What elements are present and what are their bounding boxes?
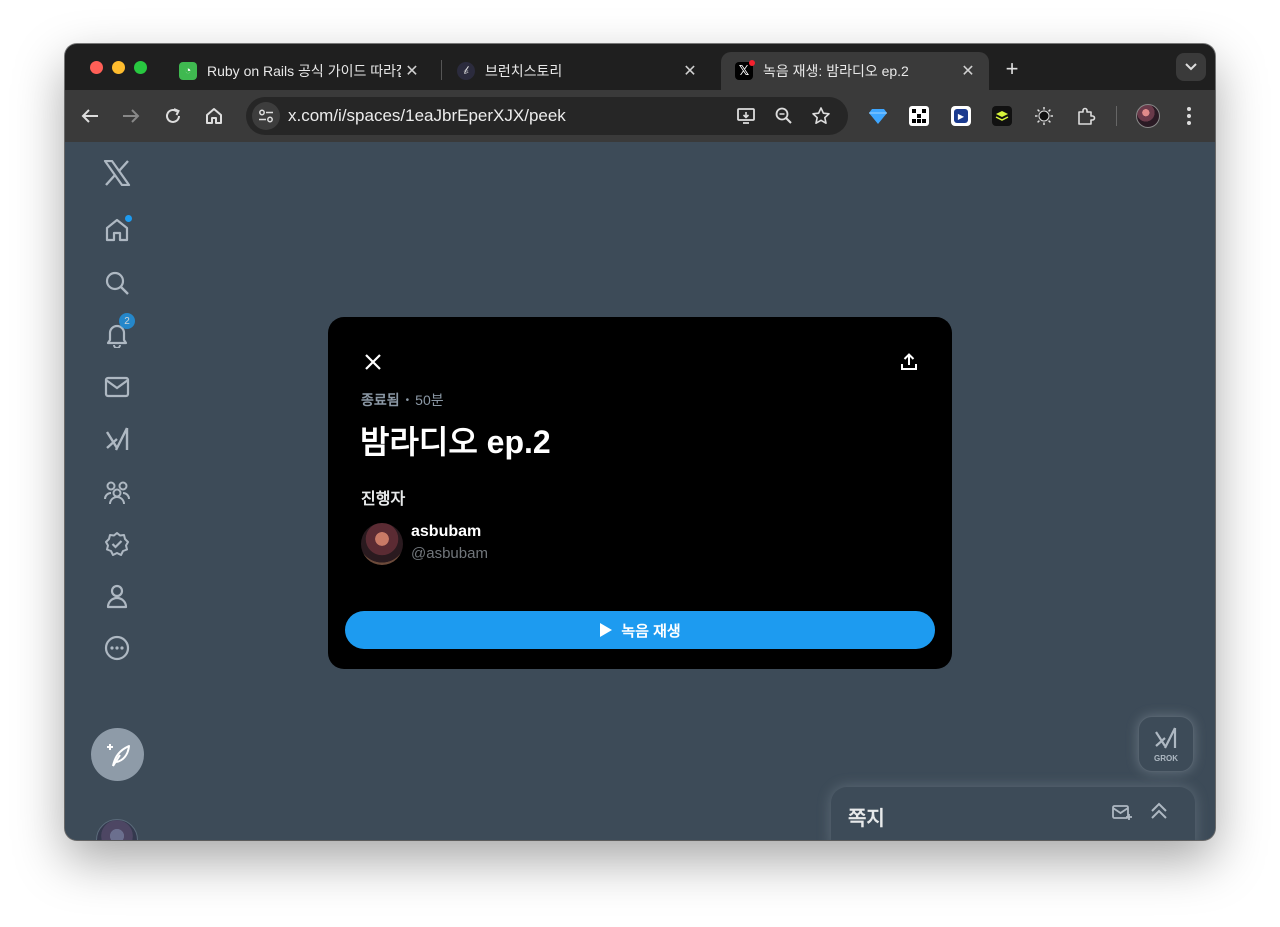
forward-arrow-icon[interactable] (117, 102, 145, 130)
tab-rails-guide[interactable]: ◔ Ruby on Rails 공식 가이드 따라잡기 ✕ (165, 52, 433, 90)
close-window-button[interactable] (90, 61, 103, 74)
space-duration: 50분 (415, 392, 444, 408)
verified-badge-icon[interactable] (103, 530, 131, 558)
profile-avatar[interactable] (1134, 102, 1162, 130)
space-recording-modal: 종료됨 • 50분 밤라디오 ep.2 진행자 asbubam @asbubam… (328, 317, 952, 669)
x-logo-icon[interactable] (103, 159, 131, 187)
tab-space-recording[interactable]: 𝕏 녹음 재생: 밤라디오 ep.2 ✕ (721, 52, 989, 90)
grok-icon[interactable] (103, 425, 131, 453)
compose-post-button[interactable] (91, 728, 144, 781)
grok-icon (1155, 727, 1177, 749)
host-handle: @asbubam (411, 545, 488, 562)
extension-stack-icon[interactable] (988, 102, 1016, 130)
space-title: 밤라디오 ep.2 (360, 424, 551, 460)
zoom-icon[interactable] (774, 106, 794, 131)
toolbar-divider (1116, 106, 1117, 126)
browser-menu-icon[interactable] (1175, 102, 1203, 130)
host-avatar[interactable] (361, 523, 403, 565)
more-options-icon[interactable] (103, 634, 131, 662)
new-tab-icon[interactable]: + (999, 56, 1025, 82)
install-app-icon[interactable] (736, 106, 756, 131)
messages-drawer[interactable]: 쪽지 (831, 787, 1195, 840)
back-arrow-icon[interactable] (76, 102, 104, 130)
tab-divider (441, 60, 442, 80)
unread-dot (125, 215, 132, 222)
extension-qr-icon[interactable] (905, 102, 933, 130)
grok-label: GROK (1154, 754, 1178, 763)
close-tab-icon[interactable]: ✕ (401, 60, 423, 82)
feather-plus-icon (106, 743, 130, 767)
tab-title: Ruby on Rails 공식 가이드 따라잡기 (207, 63, 401, 79)
communities-icon[interactable] (103, 478, 131, 506)
notification-badge: 2 (119, 313, 135, 329)
share-icon[interactable] (896, 349, 922, 375)
space-status: 종료됨 (361, 392, 400, 408)
extensions-puzzle-icon[interactable] (1072, 102, 1100, 130)
brunch-icon: 𝒷 (457, 62, 475, 80)
grok-floating-button[interactable]: GROK (1138, 716, 1194, 772)
minimize-window-button[interactable] (112, 61, 125, 74)
play-recording-label: 녹음 재생 (621, 622, 681, 640)
host-section-label: 진행자 (361, 491, 406, 508)
profile-person-icon[interactable] (103, 582, 131, 610)
extension-sun-icon[interactable] (1030, 102, 1058, 130)
notifications-bell-icon[interactable]: 2 (103, 313, 135, 349)
tab-title: 브런치스토리 (485, 63, 563, 79)
host-name[interactable]: asbubam (411, 523, 481, 541)
maximize-window-button[interactable] (134, 61, 147, 74)
tab-brunch[interactable]: 𝒷 브런치스토리 ✕ (443, 52, 711, 90)
home-icon[interactable] (103, 215, 132, 244)
expand-chevrons-up-icon[interactable] (1149, 801, 1169, 826)
tab-search-chevron-down-icon[interactable] (1176, 53, 1206, 81)
tab-title: 녹음 재생: 밤라디오 ep.2 (763, 63, 909, 79)
close-tab-icon[interactable]: ✕ (679, 60, 701, 82)
space-meta: 종료됨 • 50분 (361, 390, 444, 410)
url-text: x.com/i/spaces/1eaJbrEperXJX/peek (288, 106, 566, 125)
bookmark-star-icon[interactable] (811, 106, 831, 131)
close-tab-icon[interactable]: ✕ (957, 60, 979, 82)
rails-guide-icon: ◔ (179, 62, 197, 80)
x-logo-icon: 𝕏 (735, 60, 755, 80)
close-icon[interactable] (360, 349, 386, 375)
extension-play-icon[interactable]: ▶ (947, 102, 975, 130)
browser-window: ◔ Ruby on Rails 공식 가이드 따라잡기 ✕ 𝒷 브런치스토리 ✕… (65, 44, 1215, 840)
site-settings-icon[interactable] (252, 102, 280, 130)
messages-envelope-icon[interactable] (103, 373, 131, 401)
tab-bar: ◔ Ruby on Rails 공식 가이드 따라잡기 ✕ 𝒷 브런치스토리 ✕… (65, 44, 1215, 90)
home-icon[interactable] (200, 102, 228, 130)
messages-title: 쪽지 (848, 808, 885, 830)
new-message-icon[interactable] (1111, 803, 1133, 828)
play-recording-button[interactable]: 녹음 재생 (345, 611, 935, 649)
meta-separator: • (405, 394, 410, 406)
extension-gem-icon[interactable] (864, 102, 892, 130)
play-icon (600, 623, 613, 637)
reload-icon[interactable] (159, 102, 187, 130)
account-avatar[interactable] (96, 819, 138, 840)
browser-toolbar: x.com/i/spaces/1eaJbrEperXJX/peek ▶ (65, 90, 1215, 142)
search-icon[interactable] (103, 269, 131, 297)
page-content: 2 종료됨 • 50분 밤라디오 ep.2 진행자 asbubam @asbub… (65, 142, 1215, 840)
address-bar[interactable]: x.com/i/spaces/1eaJbrEperXJX/peek (246, 97, 848, 135)
